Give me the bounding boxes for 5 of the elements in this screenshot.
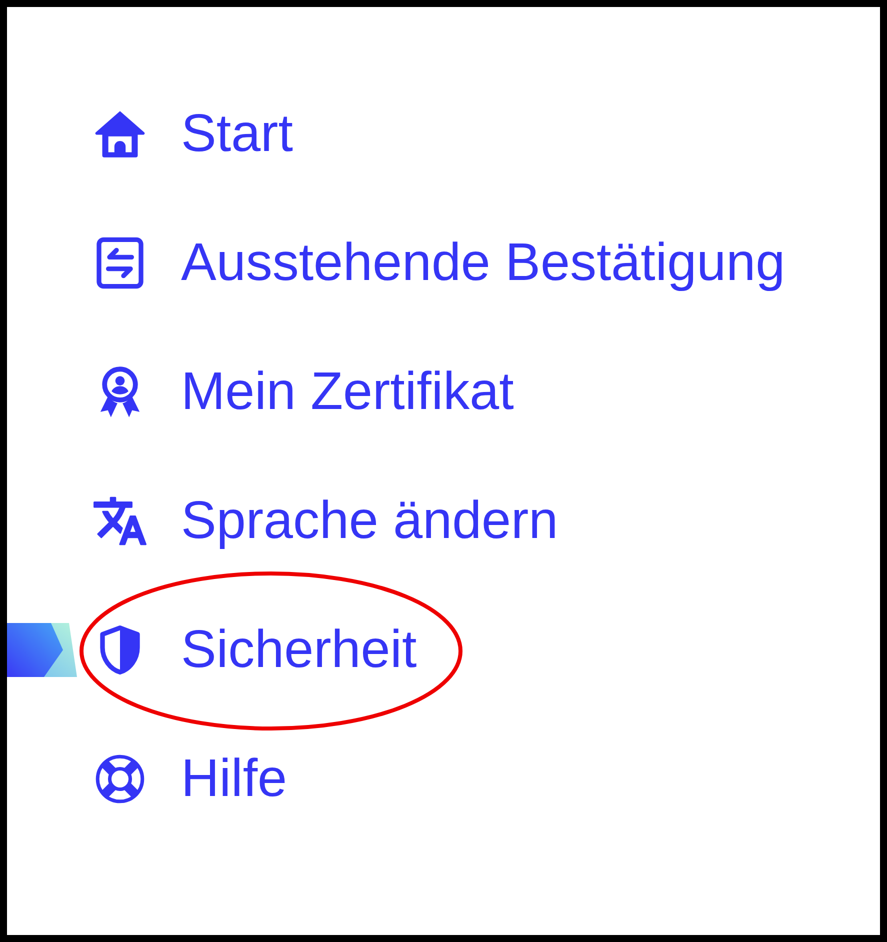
menu-item[interactable]: Mein Zertifikat [92,360,514,424]
menu-item[interactable]: Start [92,102,293,166]
menu-item[interactable]: Hilfe [92,746,288,810]
menu-item[interactable]: Sprache ändern [92,488,558,552]
menu-item[interactable]: Ausstehende Bestätigung [92,230,786,294]
